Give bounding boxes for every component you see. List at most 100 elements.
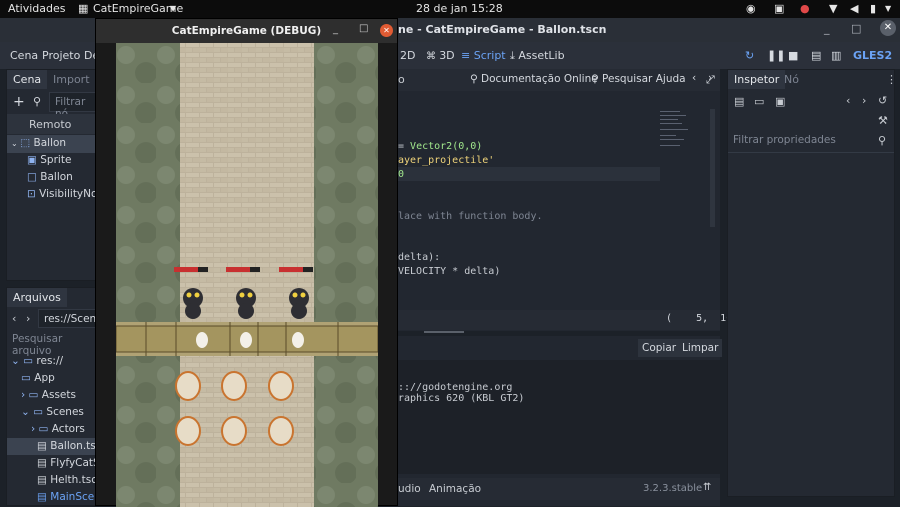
output-line-1: :://godotengine.org <box>398 382 513 393</box>
workspace-3d-button[interactable]: ⌘ 3D <box>426 49 455 62</box>
file-helth-tscn[interactable]: ▤ Helth.tscn <box>37 474 104 486</box>
forward-arrow-icon[interactable]: › <box>26 312 30 325</box>
file-search-input[interactable]: Pesquisar arquivo <box>7 330 97 357</box>
code-line-func[interactable]: delta): <box>398 252 440 263</box>
fullscreen-icon[interactable]: ⤢ <box>706 73 715 87</box>
game-window-title: CatEmpireGame (DEBUG) <box>171 25 322 37</box>
tab-import[interactable]: Import <box>47 70 96 89</box>
tab-node[interactable]: Nó <box>778 70 805 89</box>
folder-icon: ⌄ ▭ <box>21 406 47 418</box>
3d-icon: ⌘ <box>426 51 440 62</box>
node-filter-input[interactable]: Filtrar nó <box>49 92 97 120</box>
system-menu-chevron-icon[interactable]: ▼ <box>885 4 891 13</box>
code-scrollbar[interactable] <box>710 109 715 227</box>
menu-project[interactable]: Projeto <box>42 49 80 62</box>
prev-script-icon[interactable]: ‹ <box>692 72 696 84</box>
collision-icon: □ <box>27 171 41 183</box>
history-forward-icon[interactable]: › <box>862 94 866 107</box>
tab-scene[interactable]: Cena <box>7 70 48 89</box>
search-help-button[interactable]: ⚲ Pesquisar Ajuda <box>591 73 686 85</box>
os-top-bar: Atividades ▦ CatEmpireGame ▼ 28 de jan 1… <box>0 0 900 18</box>
health-bars <box>174 267 313 272</box>
steam-icon[interactable]: ◉ <box>746 2 756 15</box>
open-folder-icon[interactable]: ▭ <box>754 95 764 108</box>
workspace-script-button[interactable]: ≡ Script <box>461 49 506 62</box>
split-handle[interactable] <box>424 331 464 333</box>
chrome-icon[interactable]: ● <box>800 2 810 15</box>
folder-icon: › ▭ <box>31 423 52 435</box>
history-icon[interactable]: ↺ <box>878 94 887 107</box>
workspace-assetlib-button[interactable]: ⤓ AssetLib <box>510 49 565 63</box>
new-resource-icon[interactable]: ▤ <box>734 95 744 108</box>
property-filter-input[interactable]: Filtrar propriedades <box>728 131 894 151</box>
copy-output-button[interactable]: Copiar <box>638 339 681 357</box>
scene-file-icon: ▤ <box>37 491 51 503</box>
battery-icon[interactable]: ▮ <box>870 2 876 15</box>
game-maximize-icon[interactable]: □ <box>359 23 368 34</box>
version-label: 3.2.3.stable <box>643 483 703 494</box>
scene-file-icon: ▤ <box>37 474 51 486</box>
chevron-down-icon: ▼ <box>170 4 177 13</box>
tree-node-area[interactable]: □ Ballon <box>27 171 73 183</box>
tab-inspector[interactable]: Inspetor <box>728 70 786 89</box>
close-icon[interactable]: ✕ <box>880 20 896 36</box>
grass-left <box>116 43 180 507</box>
inspector-divider <box>728 152 894 153</box>
code-line-comment[interactable]: lace with function body. <box>398 211 543 222</box>
save-icon[interactable]: ▣ <box>775 95 785 108</box>
kebab-menu-icon[interactable]: ⋮ <box>886 73 897 86</box>
wifi-icon[interactable]: ▼ <box>829 2 837 15</box>
back-arrow-icon[interactable]: ‹ <box>12 312 16 325</box>
script-tab-fragment: o <box>398 73 405 86</box>
scene-file-icon: ▤ <box>37 440 51 452</box>
discord-icon[interactable]: ▣ <box>774 2 784 15</box>
tab-animation[interactable]: Animação <box>429 483 481 495</box>
tree-node-sprite[interactable]: ▣ Sprite <box>27 154 71 166</box>
script-toolbar: o ⚲ Documentação Online ⚲ Pesquisar Ajud… <box>398 69 720 91</box>
file-folder-assets[interactable]: › ▭ Assets <box>21 389 76 401</box>
add-node-icon[interactable]: + <box>13 94 25 110</box>
pause-icon[interactable]: ❚❚ <box>767 49 785 62</box>
file-root[interactable]: ⌄ ▭ res:// <box>11 355 63 367</box>
visibility-icon: ⊡ <box>27 188 40 200</box>
output-log: :://godotengine.org raphics 620 (KBL GT2… <box>398 360 720 474</box>
volume-icon[interactable]: ◀ <box>850 2 858 15</box>
path-field[interactable]: res://Scenes, <box>38 309 111 328</box>
tab-files[interactable]: Arquivos <box>7 288 67 307</box>
link-icon[interactable]: ⚲ <box>33 95 41 108</box>
renderer-dropdown[interactable]: GLES2 <box>853 49 892 62</box>
clear-output-button[interactable]: Limpar <box>678 339 723 357</box>
history-back-icon[interactable]: ‹ <box>846 94 850 107</box>
code-line-3[interactable]: 0 <box>398 169 404 180</box>
menu-scene[interactable]: Cena <box>10 49 38 62</box>
game-close-icon[interactable]: ✕ <box>380 24 393 37</box>
game-minimize-icon[interactable]: _ <box>333 24 338 35</box>
minimize-icon[interactable]: _ <box>824 22 830 35</box>
tab-audio[interactable]: udio <box>398 483 421 495</box>
code-line-velocity[interactable]: VELOCITY * delta) <box>398 266 500 277</box>
tree-node-root[interactable]: ⌄ ⬚ Ballon <box>11 137 66 149</box>
clock[interactable]: 28 de jan 15:28 <box>416 2 503 15</box>
code-line-1[interactable]: = Vector2(0,0) <box>398 141 482 152</box>
expand-panel-icon[interactable]: ⇈ <box>703 482 711 493</box>
activities-button[interactable]: Atividades <box>8 2 65 15</box>
play-custom-icon[interactable]: ▥ <box>831 49 841 62</box>
maximize-icon[interactable]: □ <box>851 22 861 35</box>
current-line-highlight <box>398 167 660 181</box>
tree-node-visibility[interactable]: ⊡ VisibilityNot <box>27 188 102 200</box>
file-folder-actors[interactable]: › ▭ Actors <box>31 423 85 435</box>
stop-icon[interactable]: ■ <box>788 49 798 62</box>
editor-window-title: ne - CatEmpireGame - Ballon.tscn <box>398 23 607 36</box>
workspace-2d-button[interactable]: 2D <box>400 49 415 62</box>
code-minimap[interactable] <box>660 109 706 149</box>
remote-tab[interactable]: Remoto <box>29 118 71 131</box>
play-scene-icon[interactable]: ▤ <box>811 49 821 62</box>
code-line-2[interactable]: ayer_projectile' <box>398 155 494 166</box>
tools-icon[interactable]: ⚒ <box>878 114 888 127</box>
file-folder-app[interactable]: ▭ App <box>21 372 55 384</box>
online-docs-button[interactable]: ⚲ Documentação Online <box>470 73 598 85</box>
file-folder-scenes[interactable]: ⌄ ▭ Scenes <box>21 406 84 418</box>
restart-icon[interactable]: ↻ <box>745 49 754 62</box>
app-menu-icon[interactable]: ▦ <box>78 2 88 15</box>
game-viewport[interactable] <box>116 43 378 507</box>
